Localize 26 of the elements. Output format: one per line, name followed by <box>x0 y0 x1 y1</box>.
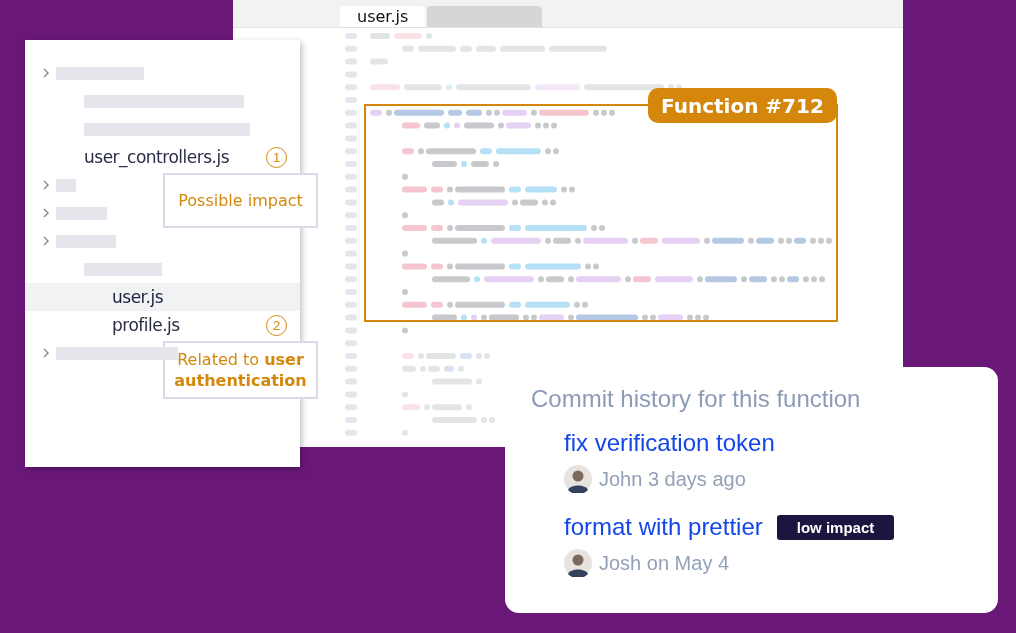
chevron-icon[interactable] <box>42 236 50 246</box>
file-tab[interactable]: user.js <box>340 5 426 27</box>
avatar-icon <box>564 465 592 493</box>
file-name: profile.js <box>112 315 180 335</box>
commit-link[interactable]: fix verification token <box>564 429 775 457</box>
placeholder-bar <box>56 178 76 192</box>
commit-meta: Josh on May 4 <box>599 551 730 575</box>
commit-link[interactable]: format with prettier <box>564 513 763 541</box>
callout-note: Possible impact <box>163 173 318 228</box>
chevron-icon[interactable] <box>42 180 50 190</box>
card-title: Commit history for this function <box>531 385 862 413</box>
commit-meta: John 3 days ago <box>599 467 746 491</box>
chevron-icon[interactable] <box>42 348 50 358</box>
function-label: Function #712 <box>648 88 837 123</box>
file-row[interactable]: user.js <box>25 283 300 311</box>
impact-badge: low impact <box>776 514 895 540</box>
chevron-icon[interactable] <box>42 68 50 78</box>
placeholder-bar <box>56 234 116 248</box>
callout-note: Related to user authentication <box>163 341 318 399</box>
file-name: user.js <box>112 287 163 307</box>
placeholder-bar <box>56 206 107 220</box>
file-name: user_controllers.js <box>84 147 230 167</box>
chevron-icon[interactable] <box>42 208 50 218</box>
avatar-icon <box>564 549 592 577</box>
number-marker: 2 <box>266 315 287 336</box>
number-marker: 1 <box>266 147 287 168</box>
